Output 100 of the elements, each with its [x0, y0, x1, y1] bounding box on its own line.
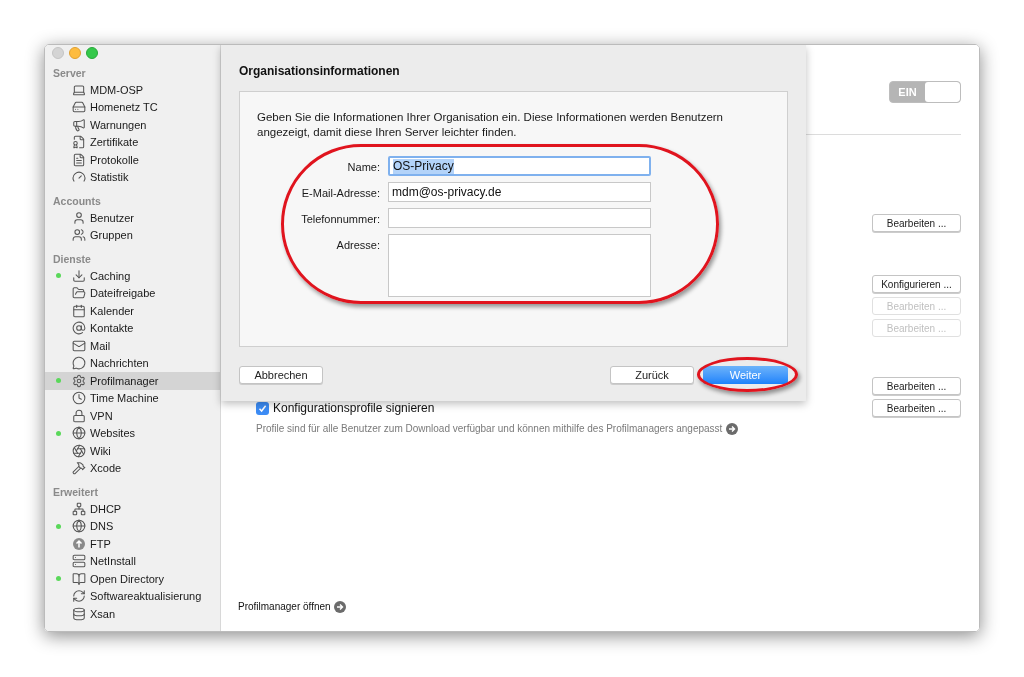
- sidebar-item[interactable]: NetInstall: [45, 552, 220, 570]
- input-field[interactable]: [388, 208, 651, 228]
- sidebar-item[interactable]: Softwareaktualisierung: [45, 587, 220, 605]
- sidebar-item[interactable]: Statistik: [45, 168, 220, 186]
- gear-icon: [71, 372, 87, 389]
- sidebar-item[interactable]: Time Machine: [45, 389, 220, 407]
- sidebar-label: Open Directory: [90, 571, 164, 587]
- sidebar-label: Nachrichten: [90, 356, 149, 371]
- sidebar-item[interactable]: Nachrichten: [45, 354, 220, 372]
- sidebar-item[interactable]: Gruppen: [45, 226, 220, 244]
- sidebar-label: Kalender: [90, 303, 135, 319]
- sidebar-item[interactable]: Xcode: [45, 459, 220, 477]
- open-link[interactable]: Profilmanager öffnen: [238, 599, 331, 614]
- at-sign-icon: [71, 320, 87, 337]
- edit-button[interactable]: Bearbeiten ...: [872, 399, 961, 417]
- sidebar-heading: Dienste: [53, 252, 91, 268]
- sidebar-item[interactable]: Mail: [45, 337, 220, 355]
- sidebar-item[interactable]: Homenetz TC: [45, 98, 220, 116]
- sidebar-heading: Server: [53, 66, 86, 82]
- aperture-icon: [71, 442, 87, 459]
- sidebar-label: Time Machine: [90, 391, 159, 406]
- sidebar-item[interactable]: FTP: [45, 535, 220, 553]
- help-text: Profile sind für alle Benutzer zum Download verfügbar und können mithilfe des Profilmanagers angepasst: [256, 422, 723, 436]
- sidebar-label: VPN: [90, 408, 113, 424]
- field-label: Adresse:: [335, 238, 380, 253]
- sidebar-label: Xcode: [90, 461, 122, 476]
- sidebar-label: MDM-OSP: [90, 82, 144, 98]
- clock-icon: [71, 390, 87, 407]
- sidebar-label: Xsan: [90, 606, 116, 622]
- sidebar-item[interactable]: MDM-OSP: [45, 81, 220, 99]
- sidebar-item[interactable]: Profilmanager: [45, 372, 220, 390]
- globe-icon: [71, 425, 87, 442]
- field-label: Name:: [346, 160, 380, 175]
- document-icon: [71, 151, 87, 168]
- description-text: Geben Sie die Informationen Ihrer Organisation ein. Diese Informationen werden Benutzern angezeigt, damit diese Ihren Server leichter finden.: [257, 110, 725, 140]
- sidebar-label: NetInstall: [90, 554, 136, 569]
- minimize-window-button[interactable]: [69, 47, 81, 59]
- sidebar-label: Dateifreigabe: [90, 286, 156, 301]
- edit-button[interactable]: Konfigurieren ...: [872, 275, 961, 293]
- sidebar-label: Gruppen: [90, 228, 133, 243]
- checkmark-icon: [258, 403, 267, 413]
- sidebar-label: DHCP: [90, 501, 122, 517]
- sidebar-label: Zertifikate: [90, 135, 139, 150]
- certificate-icon: [71, 134, 87, 151]
- sidebar-item[interactable]: Open Directory: [45, 570, 220, 588]
- checkbox-label: Konfigurationsprofile signieren: [273, 400, 435, 417]
- sidebar-item[interactable]: Xsan: [45, 605, 220, 623]
- sidebar-item[interactable]: DNS: [45, 517, 220, 535]
- sidebar-item[interactable]: Warnungen: [45, 116, 220, 134]
- book-icon: [71, 570, 87, 587]
- hammer-icon: [71, 460, 87, 477]
- sidebar-item[interactable]: Dateifreigabe: [45, 284, 220, 302]
- sidebar-label: Warnungen: [90, 117, 147, 133]
- sidebar-label: Caching: [90, 268, 131, 284]
- arrow-right-icon: [726, 422, 739, 435]
- network-icon: [71, 500, 87, 517]
- input-field[interactable]: mdm@os-privacy.de: [388, 182, 651, 202]
- sidebar-label: Protokolle: [90, 152, 139, 168]
- sidebar-item[interactable]: Benutzer: [45, 209, 220, 227]
- checkbox[interactable]: [256, 401, 269, 415]
- sidebar-item[interactable]: DHCP: [45, 500, 220, 518]
- edit-button[interactable]: Bearbeiten ...: [872, 214, 961, 232]
- sidebar-label: DNS: [90, 519, 114, 534]
- sidebar-label: Statistik: [90, 170, 129, 185]
- cancel-button[interactable]: Abbrechen: [239, 366, 323, 384]
- sidebar-item[interactable]: Zertifikate: [45, 133, 220, 151]
- edit-button[interactable]: Bearbeiten ...: [872, 377, 961, 395]
- arrow-right-icon: [333, 600, 346, 613]
- server-icon: [71, 553, 87, 570]
- field-label: Telefonnummer:: [300, 212, 380, 227]
- sidebar-heading: Erweitert: [53, 485, 98, 501]
- close-window-button[interactable]: [52, 47, 64, 59]
- sidebar-label: Profilmanager: [90, 373, 159, 389]
- sidebar-label: FTP: [90, 536, 111, 552]
- sidebar-item[interactable]: Protokolle: [45, 151, 220, 169]
- back-button[interactable]: Zurück: [610, 366, 694, 384]
- sidebar-item[interactable]: VPN: [45, 407, 220, 425]
- speech-bubble-icon: [71, 355, 87, 372]
- download-icon: [71, 267, 87, 284]
- sidebar-label: Websites: [90, 426, 136, 441]
- sidebar-label: Homenetz TC: [90, 100, 158, 115]
- field-label: E-Mail-Adresse:: [300, 186, 380, 201]
- sidebar-label: Mail: [90, 338, 111, 354]
- sidebar-item[interactable]: Kontakte: [45, 319, 220, 337]
- globe-icon: [71, 518, 87, 535]
- sidebar-heading: Accounts: [53, 194, 101, 210]
- sidebar-item[interactable]: Websites: [45, 424, 220, 442]
- person-icon: [71, 209, 87, 226]
- refresh-icon: [71, 588, 87, 605]
- input-field[interactable]: OS-Privacy: [388, 156, 651, 176]
- upload-icon: [71, 535, 87, 552]
- megaphone-icon: [71, 116, 87, 133]
- address-field[interactable]: [388, 234, 651, 297]
- zoom-window-button[interactable]: [86, 47, 98, 59]
- sidebar-label: Kontakte: [90, 321, 134, 336]
- sheet-title: Organisationsinformationen: [239, 64, 401, 78]
- sidebar-item[interactable]: Kalender: [45, 302, 220, 320]
- sidebar-item[interactable]: Wiki: [45, 442, 220, 460]
- sidebar-label: Softwareaktualisierung: [90, 589, 202, 604]
- sidebar-item[interactable]: Caching: [45, 267, 220, 285]
